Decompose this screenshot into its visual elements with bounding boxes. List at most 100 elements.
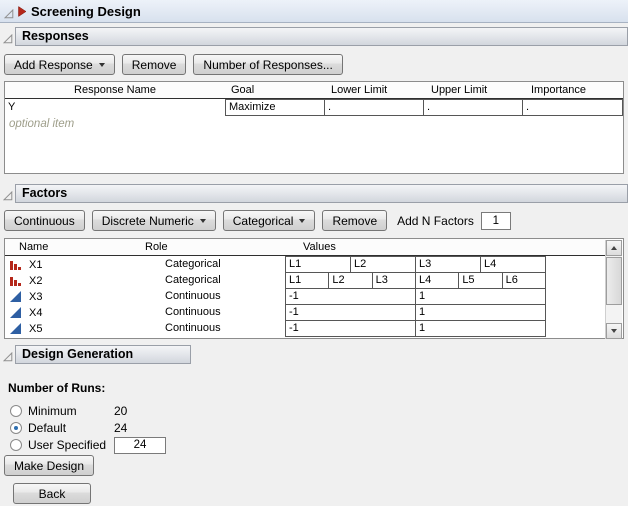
scrollbar-thumb[interactable]: [606, 257, 622, 305]
response-row: Y Maximize . . .: [5, 99, 623, 116]
factor-role-cell[interactable]: Continuous: [140, 304, 285, 321]
response-goal-cell[interactable]: Maximize: [225, 99, 325, 116]
response-name-cell[interactable]: Y: [5, 99, 225, 116]
user-specified-radio-label[interactable]: User Specified: [28, 438, 114, 452]
scroll-up-icon[interactable]: [606, 240, 622, 256]
factor-row-x4: X4 Continuous -1 1: [5, 304, 606, 321]
column-header-response-name: Response Name: [5, 82, 225, 98]
column-header-values: Values: [285, 239, 606, 255]
factor-value-cell[interactable]: L1: [285, 272, 329, 289]
factor-name-cell[interactable]: X2: [5, 272, 140, 289]
back-button[interactable]: Back: [13, 483, 91, 504]
factor-name: X2: [29, 273, 42, 289]
continuous-icon: [10, 323, 21, 334]
minimum-runs-value: 20: [114, 404, 127, 418]
add-n-factors-input[interactable]: [481, 212, 511, 230]
factor-value-cell[interactable]: -1: [285, 320, 416, 337]
column-header-goal: Goal: [225, 82, 325, 98]
factor-value-cell[interactable]: L6: [502, 272, 546, 289]
continuous-icon: [10, 291, 21, 302]
default-radio[interactable]: [10, 422, 22, 434]
screening-design-window: Screening Design Responses Add Response …: [0, 0, 628, 506]
default-runs-option: Default 24: [10, 420, 127, 436]
user-specified-runs-option: User Specified: [10, 437, 166, 453]
factor-name: X1: [29, 257, 42, 273]
disclosure-open-icon[interactable]: [4, 6, 14, 16]
continuous-button[interactable]: Continuous: [4, 210, 85, 231]
page-title: Screening Design: [31, 0, 141, 23]
factor-name-cell[interactable]: X1: [5, 256, 140, 273]
factor-value-cell[interactable]: L3: [415, 256, 481, 273]
user-specified-radio[interactable]: [10, 439, 22, 451]
categorical-button[interactable]: Categorical: [223, 210, 316, 231]
design-generation-section-title: Design Generation: [22, 347, 133, 361]
factor-role-cell[interactable]: Continuous: [140, 320, 285, 337]
response-lower-limit-cell[interactable]: .: [324, 99, 424, 116]
factor-name-cell[interactable]: X3: [5, 288, 140, 305]
add-response-button[interactable]: Add Response: [4, 54, 115, 75]
factor-row-x1: X1 Categorical L1 L2 L3 L4: [5, 256, 606, 273]
design-generation-disclosure-icon[interactable]: [3, 349, 13, 359]
factor-value-cell[interactable]: L4: [480, 256, 546, 273]
factor-role: Continuous: [165, 322, 221, 334]
red-triangle-icon[interactable]: [17, 6, 27, 17]
factors-disclosure-icon[interactable]: [3, 188, 13, 198]
factor-value-cell[interactable]: 1: [415, 288, 546, 305]
responses-disclosure-icon[interactable]: [3, 31, 13, 41]
factors-scrollbar[interactable]: [605, 240, 622, 339]
factor-value-cell[interactable]: 1: [415, 304, 546, 321]
factor-value-cell[interactable]: 1: [415, 320, 546, 337]
user-specified-runs-input[interactable]: [114, 437, 166, 454]
dropdown-arrow-icon: [200, 219, 206, 223]
factor-row-x2: X2 Categorical L1 L2 L3 L4 L5 L6: [5, 272, 606, 289]
nominal-icon: [10, 275, 21, 286]
nominal-icon: [10, 259, 21, 270]
make-design-button[interactable]: Make Design: [4, 455, 94, 476]
factor-name-cell[interactable]: X5: [5, 320, 140, 337]
factor-value-cell[interactable]: L2: [328, 272, 372, 289]
factor-values-strip: L1 L2 L3 L4 L5 L6: [285, 272, 546, 289]
factor-name-cell[interactable]: X4: [5, 304, 140, 321]
discrete-numeric-button[interactable]: Discrete Numeric: [92, 210, 216, 231]
factors-section-header[interactable]: Factors: [15, 184, 628, 203]
response-importance-cell[interactable]: .: [522, 99, 623, 116]
factor-row-x3: X3 Continuous -1 1: [5, 288, 606, 305]
factor-role-cell[interactable]: Continuous: [140, 288, 285, 305]
screening-design-header[interactable]: Screening Design: [0, 0, 628, 23]
response-upper-limit-cell[interactable]: .: [423, 99, 523, 116]
responses-section-header[interactable]: Responses: [15, 27, 628, 46]
factor-role: Categorical: [165, 274, 221, 286]
factor-value-cell[interactable]: L1: [285, 256, 351, 273]
design-generation-section-header[interactable]: Design Generation: [15, 345, 191, 364]
factor-role-cell[interactable]: Categorical: [140, 256, 285, 273]
minimum-radio-label[interactable]: Minimum: [28, 404, 114, 418]
number-of-runs-label: Number of Runs:: [8, 381, 105, 395]
factors-section-title: Factors: [22, 186, 67, 200]
factor-value-cell[interactable]: L4: [415, 272, 459, 289]
optional-item-row[interactable]: optional item: [5, 116, 623, 133]
responses-table-header: Response Name Goal Lower Limit Upper Lim…: [5, 82, 623, 99]
factor-name: X4: [29, 305, 42, 321]
minimum-runs-option: Minimum 20: [10, 403, 127, 419]
dropdown-arrow-icon: [99, 63, 105, 67]
responses-table: Response Name Goal Lower Limit Upper Lim…: [4, 81, 624, 174]
minimum-radio[interactable]: [10, 405, 22, 417]
column-header-name: Name: [5, 239, 140, 255]
factor-name: X5: [29, 321, 42, 337]
factor-value-cell[interactable]: -1: [285, 288, 416, 305]
factor-value-cell[interactable]: L5: [458, 272, 502, 289]
factor-role-cell[interactable]: Categorical: [140, 272, 285, 289]
remove-factor-button[interactable]: Remove: [322, 210, 387, 231]
number-of-responses-button[interactable]: Number of Responses...: [193, 54, 342, 75]
column-header-importance: Importance: [525, 82, 623, 98]
factor-value-cell[interactable]: -1: [285, 304, 416, 321]
scroll-down-icon[interactable]: [606, 323, 622, 339]
default-radio-label[interactable]: Default: [28, 421, 114, 435]
factors-table-header: Name Role Values: [5, 239, 606, 256]
factor-value-cell[interactable]: L3: [372, 272, 416, 289]
factor-value-cell[interactable]: L2: [350, 256, 416, 273]
remove-response-button[interactable]: Remove: [122, 54, 187, 75]
add-n-factors-label: Add N Factors: [397, 214, 474, 228]
factor-values-strip: -1 1: [285, 304, 546, 321]
continuous-icon: [10, 307, 21, 318]
